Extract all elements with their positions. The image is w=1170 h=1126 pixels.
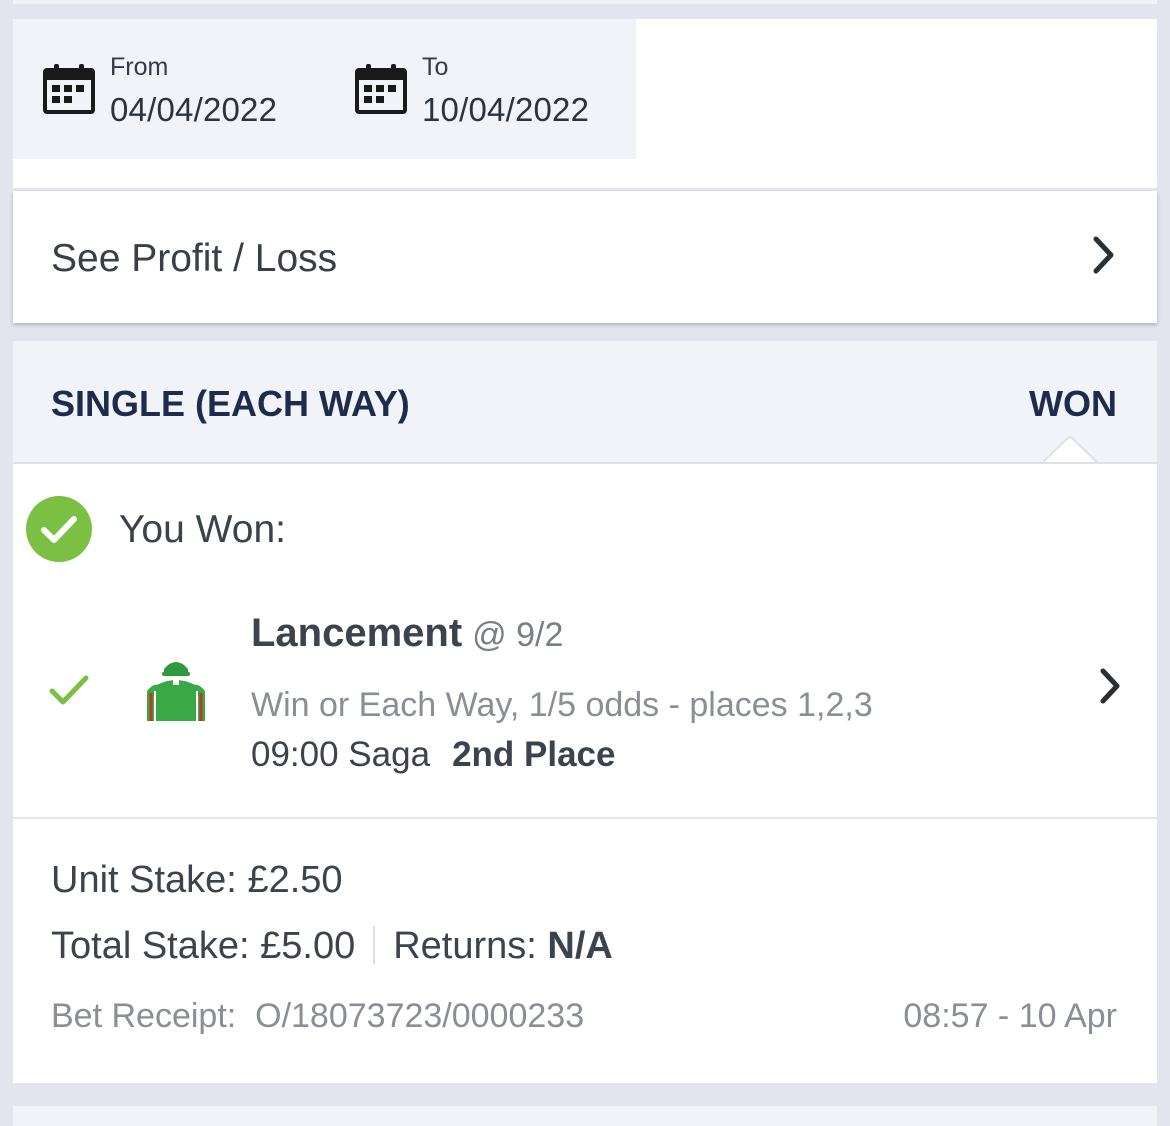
receipt-label: Bet Receipt: — [51, 997, 237, 1035]
previous-card-edge — [13, 0, 1157, 4]
outcome-text: You Won: — [119, 508, 286, 551]
unit-stake-row: Unit Stake: £2.50 — [51, 859, 343, 902]
chevron-right-icon[interactable] — [1097, 667, 1123, 705]
total-stake-value: £5.00 — [260, 925, 356, 967]
calendar-icon — [43, 64, 95, 114]
check-circle-icon — [26, 496, 92, 562]
divider — [13, 817, 1157, 819]
bet-receipt: Bet Receipt: O/18073723/0000233 — [51, 997, 584, 1036]
race-info-line: 09:00 Saga 2nd Place — [251, 735, 615, 775]
from-date-picker[interactable]: From 04/04/2022 — [43, 53, 313, 139]
result-position: 2nd Place — [452, 735, 616, 774]
bet-status: WON — [1029, 383, 1117, 424]
selection-market: Win or Each Way, 1/5 odds - places 1,2,3 — [251, 686, 873, 724]
unit-stake-label: Unit Stake: — [51, 859, 237, 901]
selection-odds: @ 9/2 — [472, 616, 564, 654]
bet-card: SINGLE (EACH WAY) WON You Won: Lancement… — [13, 341, 1157, 1083]
placed-time: 08:57 - 10 Apr — [903, 997, 1117, 1035]
from-date: 04/04/2022 — [110, 91, 278, 128]
calendar-icon — [355, 64, 407, 114]
jockey-silks-icon — [147, 662, 205, 721]
total-stake-label: Total Stake: — [51, 925, 250, 967]
selection-name-line: Lancement @ 9/2 — [251, 611, 563, 656]
from-label: From — [110, 53, 169, 81]
date-filter-card: From 04/04/2022 To 10/04/2022 — [13, 19, 1157, 188]
status-pointer — [1043, 436, 1097, 463]
to-label: To — [422, 53, 449, 81]
chevron-right-icon — [1093, 236, 1114, 274]
check-icon — [49, 675, 89, 705]
bet-header: SINGLE (EACH WAY) WON — [13, 341, 1157, 464]
race-name: 09:00 Saga — [251, 735, 431, 774]
unit-stake-value: £2.50 — [247, 859, 343, 901]
to-date: 10/04/2022 — [422, 91, 590, 128]
total-stake-row: Total Stake: £5.00 Returns: N/A — [51, 925, 613, 968]
see-profit-loss-button[interactable]: See Profit / Loss — [13, 191, 1157, 323]
selection-name: Lancement — [251, 611, 463, 655]
profit-loss-label: See Profit / Loss — [51, 237, 338, 280]
to-date-picker[interactable]: To 10/04/2022 — [355, 53, 625, 139]
separator — [373, 926, 376, 964]
bet-type: SINGLE (EACH WAY) — [51, 383, 410, 424]
date-range-box: From 04/04/2022 To 10/04/2022 — [13, 19, 636, 159]
receipt-id: O/18073723/0000233 — [255, 997, 585, 1035]
next-card-edge — [13, 1106, 1157, 1126]
returns-value: N/A — [547, 925, 613, 967]
returns-label: Returns: — [393, 925, 537, 967]
